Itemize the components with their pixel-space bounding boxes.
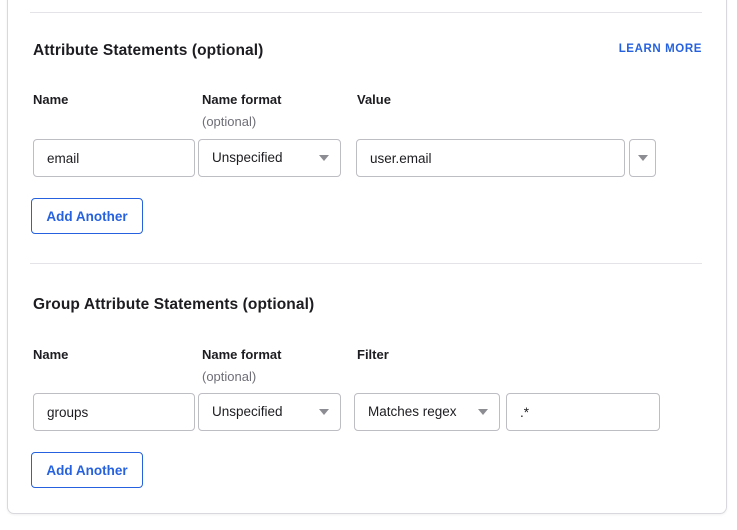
name-format-optional-note: (optional) <box>202 114 256 129</box>
attribute-name-format-select[interactable]: Unspecified <box>198 139 341 177</box>
name-format-column-label: Name format <box>202 92 281 107</box>
chevron-down-icon <box>478 409 488 415</box>
chevron-down-icon <box>638 155 648 161</box>
settings-panel: Attribute Statements (optional) LEARN MO… <box>0 0 737 530</box>
form-card <box>7 0 727 514</box>
section-divider <box>30 12 702 13</box>
group-attribute-name-input[interactable] <box>33 393 195 431</box>
add-another-group-attribute-button[interactable]: Add Another <box>31 452 143 488</box>
group-filter-type-select[interactable]: Matches regex <box>354 393 500 431</box>
attribute-name-input[interactable] <box>33 139 195 177</box>
filter-column-label: Filter <box>357 347 389 362</box>
section-divider <box>30 263 702 264</box>
add-another-attribute-button[interactable]: Add Another <box>31 198 143 234</box>
attribute-name-format-selected: Unspecified <box>212 150 283 165</box>
group-name-format-selected: Unspecified <box>212 404 283 419</box>
attribute-value-dropdown-button[interactable] <box>629 139 656 177</box>
group-attribute-statements-title: Group Attribute Statements (optional) <box>33 296 314 314</box>
group-name-format-column-label: Name format <box>202 347 281 362</box>
group-name-format-select[interactable]: Unspecified <box>198 393 341 431</box>
group-filter-value-input[interactable] <box>506 393 660 431</box>
chevron-down-icon <box>319 409 329 415</box>
attribute-statements-title: Attribute Statements (optional) <box>33 42 263 60</box>
group-name-format-optional-note: (optional) <box>202 369 256 384</box>
group-filter-type-selected: Matches regex <box>368 404 457 419</box>
value-column-label: Value <box>357 92 391 107</box>
group-name-column-label: Name <box>33 347 68 362</box>
learn-more-link[interactable]: LEARN MORE <box>619 43 702 55</box>
chevron-down-icon <box>319 155 329 161</box>
attribute-value-input[interactable] <box>356 139 625 177</box>
name-column-label: Name <box>33 92 68 107</box>
